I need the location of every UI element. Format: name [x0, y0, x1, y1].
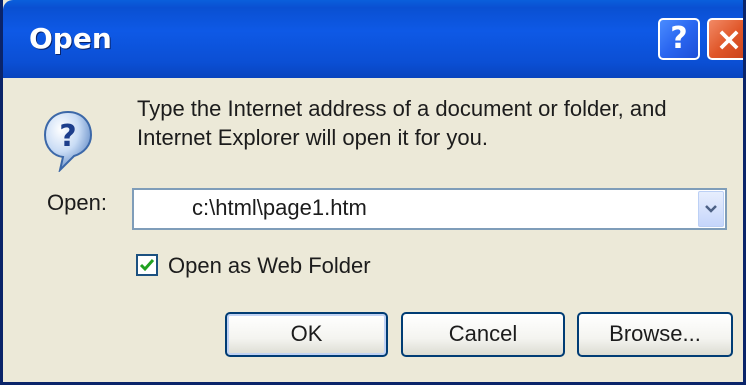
address-input[interactable]: c:\html\page1.htm	[192, 195, 367, 221]
web-folder-checkbox[interactable]	[136, 254, 158, 276]
web-folder-label[interactable]: Open as Web Folder	[168, 253, 371, 279]
help-icon: ?	[670, 21, 688, 56]
close-button[interactable]: ×	[707, 18, 743, 60]
open-label: Open:	[47, 190, 107, 215]
ok-button[interactable]: OK	[225, 312, 388, 357]
address-combobox[interactable]: c:\html\page1.htm	[132, 188, 727, 230]
dialog-body: ? Type the Internet address of a documen…	[3, 78, 743, 382]
question-icon: ?	[43, 110, 93, 172]
cancel-button[interactable]: Cancel	[401, 312, 565, 357]
close-icon: ×	[715, 20, 743, 58]
svg-text:?: ?	[59, 119, 76, 154]
window-title: Open	[29, 22, 112, 55]
checkmark-icon	[139, 259, 155, 272]
open-dialog: Open ? × ? Type the Internet address of …	[0, 0, 746, 385]
dropdown-button[interactable]	[698, 191, 724, 227]
browse-button[interactable]: Browse...	[577, 312, 733, 357]
chevron-down-icon	[705, 205, 717, 213]
prompt-text: Type the Internet address of a document …	[137, 96, 667, 150]
title-bar[interactable]: Open ? ×	[3, 0, 743, 78]
help-button[interactable]: ?	[658, 18, 700, 60]
